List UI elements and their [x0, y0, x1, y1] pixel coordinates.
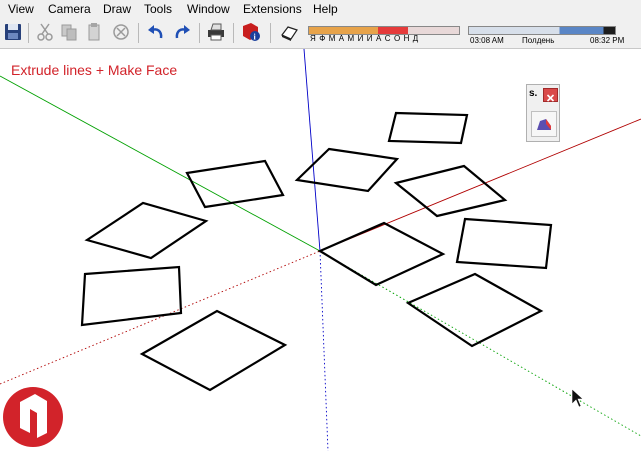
clipboard-icon [88, 23, 100, 41]
quad-outline[interactable] [455, 217, 553, 270]
mouse-cursor-icon [571, 388, 584, 408]
menu-bar: View Camera Draw Tools Window Extensions… [0, 0, 641, 18]
floating-toolbar: s. [526, 84, 560, 142]
model-info-icon: i [243, 23, 260, 42]
toolbar-separator [233, 23, 234, 43]
model-info-button[interactable]: i [240, 21, 262, 43]
floppy-disk-icon [5, 24, 21, 40]
paste-button[interactable] [83, 21, 105, 43]
delete-circle-icon [113, 24, 129, 40]
toolbar-separator [270, 23, 271, 43]
menu-extensions[interactable]: Extensions [243, 2, 302, 16]
time-noon-label: Полдень [522, 36, 555, 45]
shadows-toggle-button[interactable] [278, 21, 300, 43]
undo-arrow-icon [148, 25, 163, 39]
menu-camera[interactable]: Camera [48, 2, 91, 16]
print-button[interactable] [205, 21, 227, 43]
redo-button[interactable] [171, 21, 193, 43]
erase-button[interactable] [110, 21, 132, 43]
printer-icon [208, 23, 224, 41]
green-axis [0, 75, 321, 252]
scissors-icon [37, 23, 53, 41]
floating-toolbar-close-button[interactable] [543, 88, 558, 102]
time-end-label: 08:32 PM [590, 36, 625, 45]
time-slider[interactable] [468, 26, 616, 35]
menu-draw[interactable]: Draw [103, 2, 131, 16]
overlay-caption: Extrude lines + Make Face [11, 62, 178, 78]
quad-outline[interactable] [84, 201, 209, 260]
time-start-label: 03:08 AM [470, 36, 504, 45]
green-axis-negative [319, 250, 641, 437]
close-icon [546, 94, 555, 102]
quad-outline[interactable] [387, 111, 469, 145]
quad-outline[interactable] [185, 159, 285, 209]
quad-outline[interactable] [80, 265, 183, 327]
blue-axis-negative [319, 250, 329, 451]
shadow-settings-panel: Я Ф М А М И И А С О Н Д 03:08 AM Полдень… [306, 24, 624, 46]
redo-arrow-icon [175, 25, 190, 39]
menu-tools[interactable]: Tools [144, 2, 172, 16]
copy-button[interactable] [58, 21, 80, 43]
red-axis [319, 118, 641, 252]
blue-axis [303, 49, 321, 252]
push-pull-icon [537, 119, 551, 130]
save-button[interactable] [2, 21, 24, 43]
brand-logo [3, 387, 63, 447]
toolbar-separator [138, 23, 139, 43]
quad-outline[interactable] [139, 309, 288, 392]
shadow-cube-icon [281, 26, 298, 41]
floating-toolbar-title: s. [529, 88, 538, 99]
quad-outline[interactable] [393, 164, 508, 218]
toolbar-separator [199, 23, 200, 43]
undo-button[interactable] [145, 21, 167, 43]
quad-outline[interactable] [317, 221, 446, 287]
cut-button[interactable] [34, 21, 56, 43]
month-labels: Я Ф М А М И И А С О Н Д [310, 34, 419, 43]
menu-help[interactable]: Help [313, 2, 338, 16]
menu-view[interactable]: View [8, 2, 34, 16]
copy-icon [61, 24, 77, 41]
push-pull-tool-button[interactable] [531, 111, 557, 137]
menu-window[interactable]: Window [187, 2, 230, 16]
toolbar-separator [28, 23, 29, 43]
quad-outline[interactable] [405, 272, 544, 348]
